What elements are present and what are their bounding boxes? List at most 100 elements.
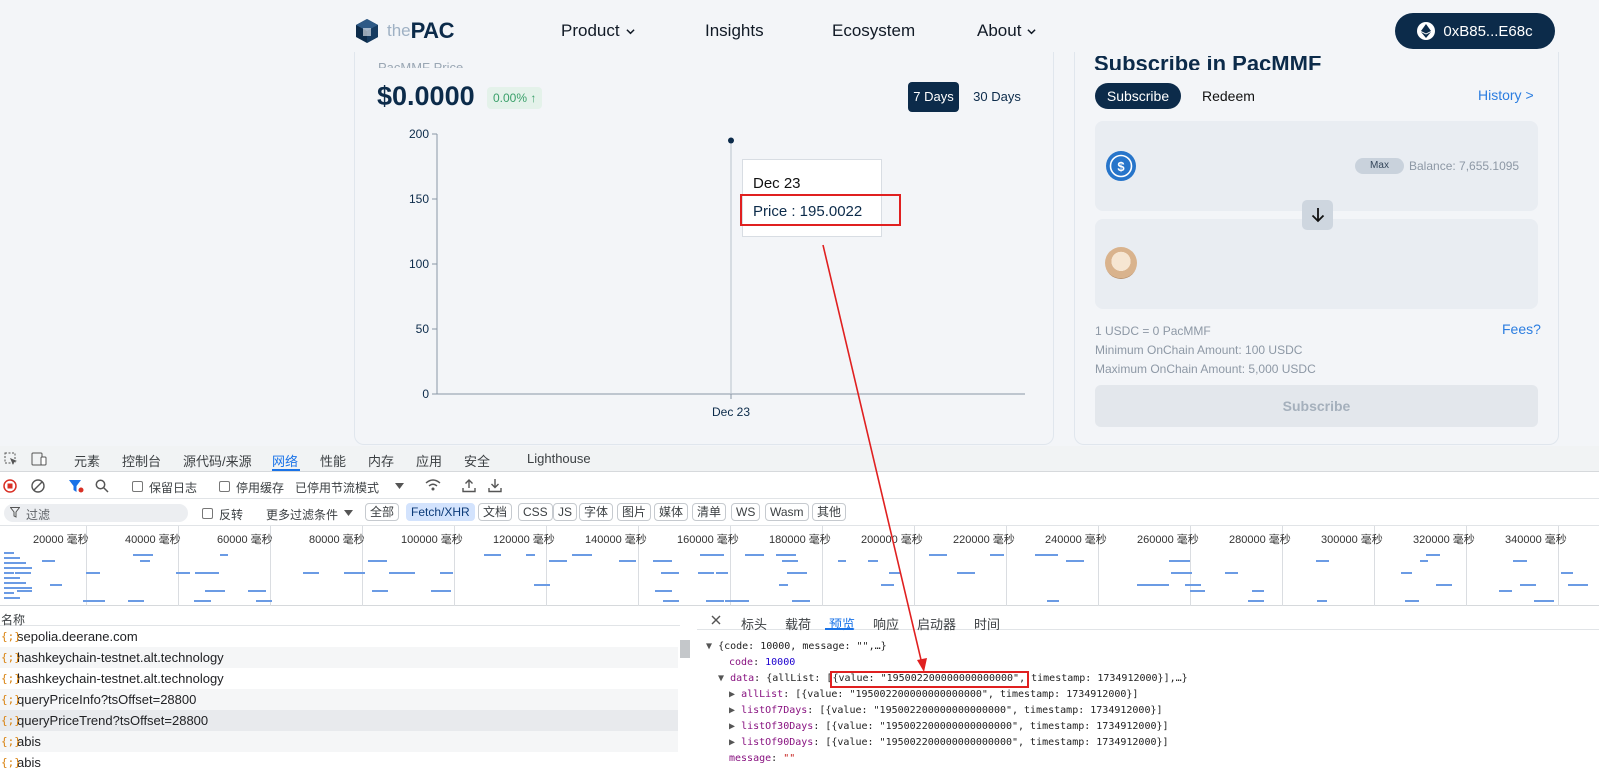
nav-insights[interactable]: Insights <box>705 21 764 41</box>
tab-console[interactable]: 控制台 <box>122 451 161 470</box>
tab-memory[interactable]: 内存 <box>368 451 394 470</box>
timeline-request-bar <box>1523 584 1537 586</box>
request-row[interactable]: {;} sepolia.deerane.com <box>0 626 678 647</box>
chip-doc[interactable]: 文档 <box>478 503 513 521</box>
tab-performance[interactable]: 性能 <box>320 451 346 470</box>
tab-network[interactable]: 网络 <box>272 451 298 470</box>
subscribe-button[interactable]: Subscribe <box>1095 385 1538 427</box>
json-root-line[interactable]: ▼ {code: 10000, message: "",…} <box>706 641 887 652</box>
tab-sources[interactable]: 源代码/来源 <box>183 451 252 470</box>
svg-text:$: $ <box>1117 159 1125 174</box>
preserve-log-checkbox[interactable] <box>132 481 143 492</box>
json-list-line[interactable]: ▶ listOf7Days: [{value: "195002200000000… <box>729 705 1163 716</box>
timeline-label: 200000 毫秒 <box>861 534 923 546</box>
nav-product[interactable]: Product <box>561 21 635 41</box>
logo[interactable]: the PAC <box>353 16 454 46</box>
disable-cache-checkbox[interactable] <box>219 481 230 492</box>
timeline-request-bar <box>1426 554 1440 556</box>
nav-ecosystem[interactable]: Ecosystem <box>832 21 915 41</box>
json-list-line[interactable]: ▶ listOf90Days: [{value: "19500220000000… <box>729 737 1169 748</box>
filter-icon[interactable] <box>68 479 84 494</box>
output-amount-panel[interactable] <box>1095 219 1538 309</box>
timeline-request-bar <box>716 572 728 574</box>
chip-css[interactable]: CSS <box>518 503 553 521</box>
timeline-label: 220000 毫秒 <box>953 534 1015 546</box>
request-list-scrollbar[interactable] <box>680 640 690 658</box>
json-list-line[interactable]: ▶ listOf30Days: [{value: "19500220000000… <box>729 721 1169 732</box>
chip-all[interactable]: 全部 <box>365 503 400 521</box>
wallet-button[interactable]: 0xB85...E68c <box>1395 13 1555 49</box>
swap-direction-button[interactable] <box>1302 200 1333 230</box>
timeline-request-bar <box>1513 560 1528 562</box>
max-button[interactable]: Max <box>1355 158 1404 174</box>
tab-lighthouse[interactable]: Lighthouse <box>527 451 591 466</box>
timeline-request-bar <box>4 587 32 589</box>
timeline-request-bar <box>868 560 879 562</box>
timeline-request-bar <box>83 600 105 602</box>
tooltip-date: Dec 23 <box>753 175 801 192</box>
timeline-request-bar <box>431 590 452 592</box>
tab-application[interactable]: 应用 <box>416 451 442 470</box>
xhr-icon: {;} <box>1 630 21 643</box>
network-conditions-icon[interactable] <box>424 478 442 492</box>
detail-tab-timing[interactable]: 时间 <box>974 614 1000 633</box>
request-row[interactable]: {;} abis <box>0 731 678 752</box>
json-value: [{value: "195002200000000000000", timest… <box>795 689 1139 700</box>
import-har-icon[interactable] <box>462 478 476 493</box>
json-value: [{value: "195002200000000000000", timest… <box>819 705 1163 716</box>
json-string: "" <box>783 753 796 764</box>
range-7-days-button[interactable]: 7 Days <box>908 82 959 112</box>
more-filters-dropdown[interactable]: 更多过滤条件 <box>266 506 338 523</box>
tab-subscribe[interactable]: Subscribe <box>1095 83 1181 109</box>
request-row[interactable]: {;} queryPriceInfo?tsOffset=28800 <box>0 689 678 710</box>
chip-media[interactable]: 媒体 <box>654 503 689 521</box>
timeline-request-bar <box>660 572 679 574</box>
search-icon[interactable] <box>95 479 109 493</box>
fees-link[interactable]: Fees? <box>1502 321 1541 337</box>
nav-about[interactable]: About <box>977 21 1037 41</box>
export-har-icon[interactable] <box>488 478 502 493</box>
device-toolbar-icon[interactable] <box>31 452 47 466</box>
tab-elements[interactable]: 元素 <box>74 451 100 470</box>
timeline-request-bar <box>571 554 593 556</box>
request-row[interactable]: {;} hashkeychain-testnet.alt.technology <box>0 647 678 668</box>
price-trend-chart[interactable]: 0 50 100 150 200 Dec 23 <box>395 120 1035 420</box>
close-icon[interactable] <box>711 615 721 625</box>
request-row[interactable]: {;} abis <box>0 752 678 773</box>
balance-text: Balance: 7,655.1095 <box>1409 159 1520 173</box>
chip-manifest[interactable]: 清单 <box>692 503 727 521</box>
chip-js[interactable]: JS <box>553 503 578 521</box>
expand-triangle-icon: ▶ <box>729 737 736 748</box>
detail-tab-headers[interactable]: 标头 <box>741 614 767 633</box>
timeline-request-bar <box>989 554 1004 556</box>
json-list-line[interactable]: ▶ allList: [{value: "1950022000000000000… <box>729 689 1138 700</box>
throttle-select[interactable]: 已停用节流模式 <box>295 479 379 496</box>
chip-img[interactable]: 图片 <box>617 503 652 521</box>
request-row[interactable]: {;} hashkeychain-testnet.alt.technology <box>0 668 678 689</box>
chip-font[interactable]: 字体 <box>579 503 614 521</box>
timeline-request-bar <box>1189 590 1205 592</box>
detail-tab-preview[interactable]: 预览 <box>829 614 855 633</box>
chip-ws[interactable]: WS <box>731 503 761 521</box>
timeline-request-bar <box>534 584 551 586</box>
timeline-request-bar <box>663 600 679 602</box>
tab-security[interactable]: 安全 <box>464 451 490 470</box>
detail-tab-response[interactable]: 响应 <box>873 614 899 633</box>
current-price: $0.0000 <box>377 81 475 111</box>
tab-redeem[interactable]: Redeem <box>1202 88 1255 104</box>
chip-wasm[interactable]: Wasm <box>765 503 809 521</box>
json-key: listOf90Days <box>741 737 814 748</box>
record-stop-icon[interactable] <box>3 479 17 493</box>
range-30-days-button[interactable]: 30 Days <box>966 82 1028 112</box>
y-axis: 0 50 100 150 200 <box>409 127 438 401</box>
chip-other[interactable]: 其他 <box>812 503 847 521</box>
inspect-element-icon[interactable] <box>4 452 18 466</box>
detail-tab-initiator[interactable]: 启动器 <box>917 614 956 633</box>
detail-tab-payload[interactable]: 载荷 <box>785 614 811 633</box>
json-data-post: timestamp: 1734912000}],…} <box>1025 673 1188 684</box>
request-row[interactable]: {;} queryPriceTrend?tsOffset=28800 <box>0 710 678 731</box>
clear-icon[interactable] <box>31 479 45 493</box>
chip-fetch-xhr[interactable]: Fetch/XHR <box>406 503 475 521</box>
invert-checkbox[interactable] <box>202 508 213 519</box>
history-link[interactable]: History > <box>1478 87 1534 103</box>
